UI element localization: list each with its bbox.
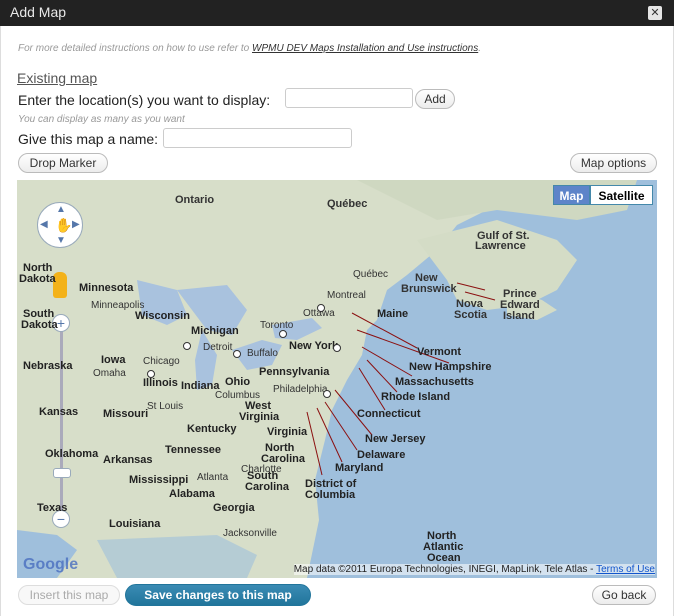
dialog-titlebar: Add Map ✕ [0,0,674,26]
existing-map-link[interactable]: Existing map [17,70,97,86]
city-marker [317,304,325,312]
city-marker [333,344,341,352]
map-label-tennessee: Tennessee [165,444,222,456]
dialog-title: Add Map [10,4,67,20]
map-label-arkansas: Arkansas [103,454,153,466]
map-label-louisiana: Louisiana [109,518,161,530]
map-label-new-jersey: New Jersey [365,433,426,445]
map-label-oklahoma: Oklahoma [45,448,99,460]
map-label-virginia: Virginia [267,426,308,438]
map-credits-text: Map data ©2011 Europa Technologies, INEG… [293,564,597,575]
location-hint: You can display as many as you want [18,114,185,125]
map-label-kansas: Kansas [39,406,79,418]
go-back-button[interactable]: Go back [592,585,656,605]
map-name-label: Give this map a name: [18,131,159,147]
map-label-ontario: Ontario [175,194,215,206]
map-label-iowa: Iowa [101,354,126,366]
save-changes-button[interactable]: Save changes to this map [125,584,311,606]
map-label-omaha: Omaha [93,368,126,379]
map-label-lawrence: Lawrence [475,240,526,252]
map-label-dakota2: Dakota [21,319,58,331]
google-logo: Google [23,556,79,573]
map-label-texas: Texas [37,502,68,514]
city-marker [183,342,191,350]
map-label-georgia: Georgia [213,502,255,514]
map-label-rhode-island: Rhode Island [381,391,451,403]
map-label-island: Island [503,310,535,322]
map-label-virginia-w: Virginia [239,411,280,423]
map-label-minnesota: Minnesota [79,282,134,294]
help-text: For more detailed instructions on how to… [18,43,481,54]
help-text-before: For more detailed instructions on how to… [18,43,253,54]
map-label-montreal: Montreal [327,290,366,301]
location-label: Enter the location(s) you want to displa… [18,92,271,108]
city-marker [147,370,155,378]
map-label-illinois: Illinois [143,377,178,389]
map-label-new-hampshire: New Hampshire [409,361,492,373]
terms-of-use-link[interactable]: Terms of Use [596,564,655,575]
map-label-quebec: Québec [327,198,368,210]
map-label-dakota: Dakota [19,273,56,285]
drop-marker-button[interactable]: Drop Marker [18,153,108,173]
map-label-delaware: Delaware [357,449,406,461]
map-label-philadelphia: Philadelphia [273,384,328,395]
map-label-vermont: Vermont [417,346,462,358]
map-label-columbia: Columbia [305,489,356,501]
map-label-ohio: Ohio [225,376,251,388]
map-options-button[interactable]: Map options [570,153,657,173]
map-label-carolina2: Carolina [245,481,290,493]
add-location-button[interactable]: Add [415,89,455,109]
map-label-alabama: Alabama [169,488,215,500]
map-label-atlanta: Atlanta [197,472,229,483]
map-canvas[interactable]: Map Satellite ▲ ◀ ▶ ▼ ✋ + − Ontario Québ… [17,180,657,578]
map-label-brunswick: Brunswick [401,283,457,295]
instructions-link[interactable]: WPMU DEV Maps Installation and Use instr… [252,43,478,54]
map-label-maine: Maine [377,308,409,320]
map-label-ocean: Ocean [427,552,461,564]
map-label-buffalo: Buffalo [247,348,278,359]
map-label-pennsylvania: Pennsylvania [259,366,330,378]
map-label-mississippi: Mississippi [129,474,189,486]
location-input[interactable] [285,88,413,108]
map-label-kentucky: Kentucky [187,423,237,435]
map-name-input[interactable] [163,128,352,148]
map-label-detroit: Detroit [203,342,233,353]
map-label-massachusetts: Massachusetts [395,376,474,388]
map-label-maryland: Maryland [335,462,384,474]
map-label-new-york: New York [289,340,339,352]
city-marker [279,330,287,338]
map-label-st-louis: St Louis [147,401,184,412]
map-label-toronto: Toronto [260,320,294,331]
map-credits: Map data ©2011 Europa Technologies, INEG… [293,564,655,575]
city-marker [323,390,331,398]
map-label-chicago: Chicago [143,356,180,367]
map-label-scotia: Scotia [454,309,488,321]
map-label-jacksonville: Jacksonville [223,528,277,539]
close-icon[interactable]: ✕ [648,6,662,20]
map-label-michigan: Michigan [191,325,239,337]
map-label-quebec-city: Québec [353,269,389,280]
map-label-connecticut: Connecticut [357,408,421,420]
map-label-nebraska: Nebraska [23,360,73,372]
insert-map-button[interactable]: Insert this map [18,585,120,605]
city-marker [233,350,241,358]
map-label-wisconsin: Wisconsin [135,310,190,322]
map-label-missouri: Missouri [103,408,149,420]
map-label-indiana: Indiana [181,380,220,392]
help-text-after: . [478,43,481,54]
